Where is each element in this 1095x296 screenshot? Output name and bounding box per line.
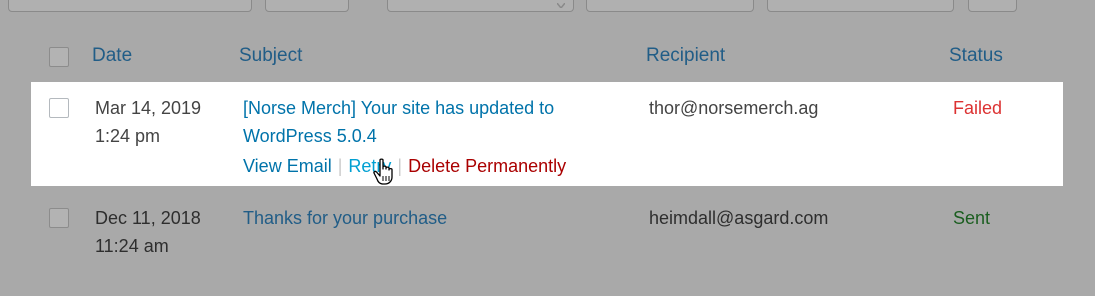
recipient-cell: thor@norsemerch.ag <box>649 98 819 118</box>
date-text: Dec 11, 2018 <box>95 208 201 228</box>
email-log-table: Date Subject Recipient Status Mar 14, 20… <box>31 30 1063 296</box>
status-badge: Sent <box>953 208 991 228</box>
status-badge: Failed <box>953 98 1003 118</box>
row-checkbox[interactable] <box>49 208 69 228</box>
filter-select-2[interactable] <box>586 0 754 12</box>
column-header-date[interactable]: Date <box>92 45 132 67</box>
chevron-down-icon <box>557 3 565 8</box>
filter-bar <box>0 0 1095 14</box>
row-actions: View Email | Retry | Delete Permanently <box>243 152 566 180</box>
action-separator: | <box>337 156 343 176</box>
subject-line-2: WordPress 5.0.4 <box>243 126 377 146</box>
row-checkbox[interactable] <box>49 98 69 118</box>
subject-line-1: [Norse Merch] Your site has updated to <box>243 98 555 118</box>
hand-pointer-icon <box>373 158 393 185</box>
filter-select-3[interactable] <box>767 0 954 12</box>
select-all-checkbox[interactable] <box>49 47 69 67</box>
table-row: Mar 14, 2019 1:24 pm [Norse Merch] Your … <box>31 82 1063 186</box>
date-text: Mar 14, 2019 <box>95 98 202 118</box>
table-row: Dec 11, 2018 11:24 am Thanks for your pu… <box>31 186 1063 296</box>
column-header-recipient: Recipient <box>646 45 726 66</box>
time-text: 11:24 am <box>95 236 169 256</box>
delete-permanently-link[interactable]: Delete Permanently <box>408 156 566 176</box>
table-header: Date Subject Recipient Status <box>31 30 1063 83</box>
recipient-cell: heimdall@asgard.com <box>649 208 829 228</box>
subject-link[interactable]: Thanks for your purchase <box>243 204 447 232</box>
time-text: 1:24 pm <box>95 126 161 146</box>
subject-link[interactable]: [Norse Merch] Your site has updated to W… <box>243 94 554 150</box>
date-cell: Dec 11, 2018 11:24 am <box>95 204 201 260</box>
filter-select-1[interactable] <box>387 0 574 12</box>
column-header-status: Status <box>949 45 1003 66</box>
filter-button[interactable] <box>968 0 1017 12</box>
date-cell: Mar 14, 2019 1:24 pm <box>95 94 201 150</box>
view-email-link[interactable]: View Email <box>243 156 332 176</box>
bulk-actions-select[interactable] <box>8 0 252 12</box>
column-header-subject: Subject <box>239 45 303 66</box>
apply-button[interactable] <box>265 0 349 12</box>
